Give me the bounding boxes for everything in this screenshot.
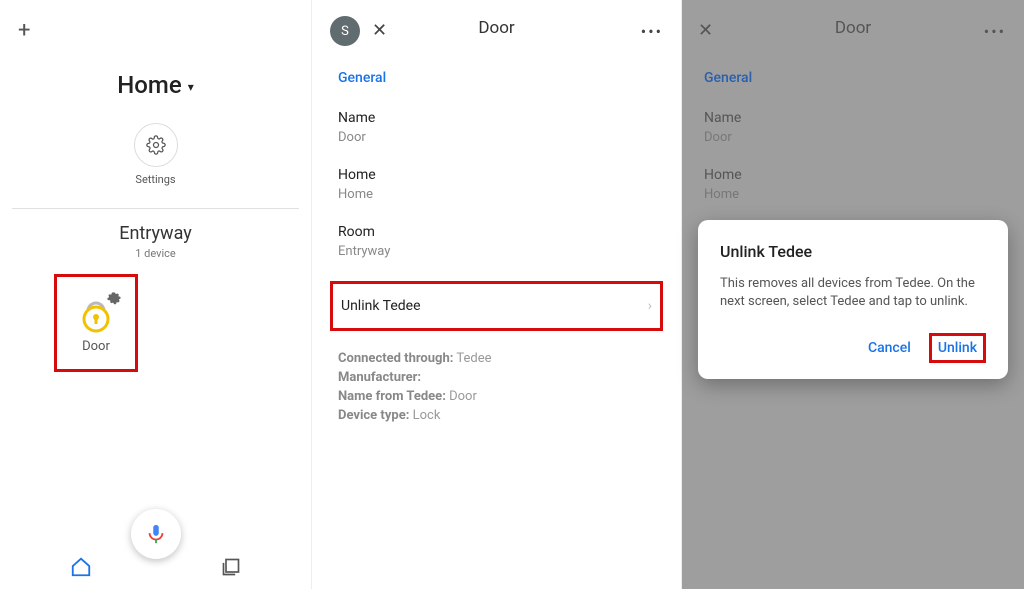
mic-icon [145, 523, 167, 545]
nav-home-icon[interactable] [70, 556, 92, 578]
chevron-down-icon: ▾ [188, 80, 194, 94]
unlink-dialog: Unlink Tedee This removes all devices fr… [698, 220, 1008, 379]
device-metadata: Connected through: Tedee Manufacturer: N… [338, 349, 655, 425]
room-device-count: 1 device [0, 247, 311, 260]
chevron-right-icon: › [648, 298, 652, 314]
unlink-tedee-row[interactable]: Unlink Tedee › [330, 281, 663, 331]
more-icon[interactable]: ••• [641, 22, 663, 41]
field-name-value: Door [704, 130, 1002, 145]
field-name-value[interactable]: Door [338, 130, 655, 145]
tab-general: General [704, 70, 1002, 86]
page-title: Door [478, 18, 514, 38]
room-name: Entryway [0, 223, 311, 244]
device-settings-screen: S ✕ Door ••• General Name Door Home Home… [312, 0, 682, 589]
page-title: Door [835, 18, 871, 38]
field-name-label: Name [704, 110, 1002, 126]
tab-general[interactable]: General [338, 70, 655, 86]
gear-icon [146, 135, 166, 155]
settings-label: Settings [0, 173, 311, 186]
more-icon: ••• [984, 22, 1006, 41]
device-tile-door[interactable]: Door [54, 274, 138, 372]
dialog-body: This removes all devices from Tedee. On … [720, 275, 986, 311]
dialog-title: Unlink Tedee [720, 242, 986, 261]
gear-icon [106, 291, 122, 307]
field-room-value[interactable]: Entryway [338, 244, 655, 259]
unlink-button[interactable]: Unlink [929, 333, 986, 363]
close-icon: ✕ [698, 20, 713, 41]
plus-icon[interactable]: + [18, 18, 30, 43]
nav-library-icon[interactable] [221, 557, 241, 577]
cancel-button[interactable]: Cancel [868, 340, 911, 356]
device-settings-dialog-screen: ✕ Door ••• General Name Door Home Home N… [682, 0, 1024, 589]
field-name-label: Name [338, 110, 655, 126]
device-label: Door [82, 339, 110, 354]
home-screen: + Home▾ Settings Entryway 1 device Door [0, 0, 312, 589]
field-home-value[interactable]: Home [338, 187, 655, 202]
field-home-value: Home [704, 187, 1002, 202]
field-room-label: Room [338, 224, 655, 240]
field-home-label: Home [338, 167, 655, 183]
field-home-label: Home [704, 167, 1002, 183]
home-dropdown[interactable]: Home▾ [0, 71, 311, 99]
settings-button[interactable] [134, 123, 178, 167]
close-icon[interactable]: ✕ [372, 20, 387, 41]
